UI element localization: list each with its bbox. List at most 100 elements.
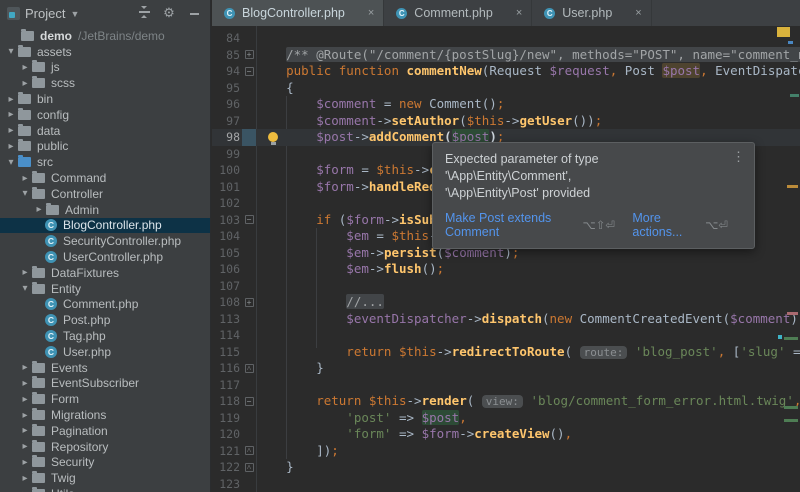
- code-line-97[interactable]: 97$comment->setAuthor($this->getUser());: [212, 113, 800, 130]
- line-number[interactable]: 122: [212, 459, 242, 476]
- tree-item-utils[interactable]: ▸Utils: [0, 486, 210, 492]
- line-number[interactable]: 103: [212, 212, 242, 229]
- chevron-right-icon[interactable]: ▸: [19, 489, 31, 492]
- tree-item-eventsubscriber[interactable]: ▸EventSubscriber: [0, 376, 210, 392]
- line-number[interactable]: 96: [212, 96, 242, 113]
- chevron-down-icon[interactable]: ▾: [19, 188, 31, 199]
- error-stripe-mark-info[interactable]: [788, 41, 793, 44]
- tree-item-comment-php[interactable]: Comment.php: [0, 297, 210, 313]
- code-line-119[interactable]: 119'post' => $post,: [212, 410, 800, 427]
- tree-item-post-php[interactable]: Post.php: [0, 312, 210, 328]
- chevron-right-icon[interactable]: ▸: [5, 109, 17, 120]
- code-line-114[interactable]: 114: [212, 327, 800, 344]
- line-number[interactable]: 84: [212, 30, 242, 47]
- code-line-85[interactable]: 85+/** @Route("/comment/{postSlug}/new",…: [212, 47, 800, 64]
- tree-item-blogcontroller-php[interactable]: BlogController.php: [0, 218, 210, 234]
- tree-item-assets[interactable]: ▾assets: [0, 44, 210, 60]
- fold-marker-icon[interactable]: ˄: [245, 364, 254, 373]
- tree-item-migrations[interactable]: ▸Migrations: [0, 407, 210, 423]
- chevron-right-icon[interactable]: ▸: [19, 362, 31, 373]
- tree-item-repository[interactable]: ▸Repository: [0, 439, 210, 455]
- tree-item-form[interactable]: ▸Form: [0, 391, 210, 407]
- chevron-right-icon[interactable]: ▸: [19, 378, 31, 389]
- tree-item-security[interactable]: ▸Security: [0, 455, 210, 471]
- kebab-menu-icon[interactable]: ⋮: [732, 149, 745, 165]
- chevron-right-icon[interactable]: ▸: [19, 394, 31, 405]
- code-line-113[interactable]: 113$eventDispatcher->dispatch(new Commen…: [212, 311, 800, 328]
- code-line-121[interactable]: 121˄]);: [212, 443, 800, 460]
- tree-item-public[interactable]: ▸public: [0, 139, 210, 155]
- fold-marker-icon[interactable]: +: [245, 50, 254, 59]
- error-stripe-mark-warning[interactable]: [787, 312, 798, 315]
- code-line-115[interactable]: 115return $this->redirectToRoute( route:…: [212, 344, 800, 361]
- chevron-right-icon[interactable]: ▸: [5, 141, 17, 152]
- code-line-94[interactable]: 94−public function commentNew(Request $r…: [212, 63, 800, 80]
- tree-item-twig[interactable]: ▸Twig: [0, 470, 210, 486]
- tree-item-securitycontroller-php[interactable]: SecurityController.php: [0, 233, 210, 249]
- code-line-106[interactable]: 106$em->flush();: [212, 261, 800, 278]
- line-number[interactable]: 105: [212, 245, 242, 262]
- line-number[interactable]: 97: [212, 113, 242, 130]
- line-number[interactable]: 113: [212, 311, 242, 328]
- line-number[interactable]: 120: [212, 426, 242, 443]
- fold-marker-icon[interactable]: ˄: [245, 446, 254, 455]
- chevron-right-icon[interactable]: ▸: [19, 441, 31, 452]
- chevron-right-icon[interactable]: ▸: [33, 204, 45, 215]
- error-stripe-mark-usage[interactable]: [784, 419, 798, 422]
- line-number[interactable]: 95: [212, 80, 242, 97]
- code-line-123[interactable]: 123: [212, 476, 800, 492]
- line-number[interactable]: 121: [212, 443, 242, 460]
- code-line-122[interactable]: 122˄}: [212, 459, 800, 476]
- tree-item-config[interactable]: ▸config: [0, 107, 210, 123]
- error-stripe-mark-info[interactable]: [778, 335, 782, 339]
- chevron-down-icon[interactable]: ▾: [5, 157, 17, 168]
- line-number[interactable]: 85: [212, 47, 242, 64]
- chevron-right-icon[interactable]: ▸: [19, 62, 31, 73]
- line-number[interactable]: 117: [212, 377, 242, 394]
- code-line-84[interactable]: 84: [212, 30, 800, 47]
- code-line-95[interactable]: 95{: [212, 80, 800, 97]
- tree-item-admin[interactable]: ▸Admin: [0, 202, 210, 218]
- close-icon[interactable]: ×: [368, 7, 374, 19]
- code-line-108[interactable]: 108+//...: [212, 294, 800, 311]
- error-stripe-mark-inspections-status[interactable]: [777, 27, 790, 37]
- tab-blogcontroller-php[interactable]: BlogController.php×: [212, 0, 384, 26]
- intention-bulb-icon[interactable]: [268, 132, 278, 142]
- hide-panel-icon[interactable]: [184, 6, 204, 21]
- chevron-right-icon[interactable]: ▸: [19, 78, 31, 89]
- tree-item-bin[interactable]: ▸bin: [0, 91, 210, 107]
- code-line-96[interactable]: 96$comment = new Comment();: [212, 96, 800, 113]
- chevron-right-icon[interactable]: ▸: [19, 267, 31, 278]
- fold-marker-icon[interactable]: −: [245, 397, 254, 406]
- error-stripe-mark-warning[interactable]: [787, 185, 798, 188]
- code-line-117[interactable]: 117: [212, 377, 800, 394]
- line-number[interactable]: 98: [212, 129, 242, 146]
- tab-user-php[interactable]: User.php×: [532, 0, 651, 26]
- tree-item-events[interactable]: ▸Events: [0, 360, 210, 376]
- line-number[interactable]: 99: [212, 146, 242, 163]
- chevron-right-icon[interactable]: ▸: [19, 457, 31, 468]
- fold-marker-icon[interactable]: −: [245, 215, 254, 224]
- chevron-down-icon[interactable]: ▼: [70, 9, 79, 19]
- close-icon[interactable]: ×: [635, 7, 641, 19]
- fold-marker-icon[interactable]: +: [245, 298, 254, 307]
- chevron-right-icon[interactable]: ▸: [19, 425, 31, 436]
- fold-marker-icon[interactable]: −: [245, 67, 254, 76]
- tab-comment-php[interactable]: Comment.php×: [384, 0, 532, 26]
- gear-icon[interactable]: ⚙: [159, 5, 179, 21]
- code-editor[interactable]: 8485+/** @Route("/comment/{postSlug}/new…: [212, 26, 800, 492]
- fold-marker-icon[interactable]: ˄: [245, 463, 254, 472]
- code-line-107[interactable]: 107: [212, 278, 800, 295]
- tree-item-controller[interactable]: ▾Controller: [0, 186, 210, 202]
- chevron-right-icon[interactable]: ▸: [19, 473, 31, 484]
- line-number[interactable]: 100: [212, 162, 242, 179]
- chevron-down-icon[interactable]: ▾: [19, 283, 31, 294]
- close-icon[interactable]: ×: [516, 7, 522, 19]
- line-number[interactable]: 101: [212, 179, 242, 196]
- tree-item-pagination[interactable]: ▸Pagination: [0, 423, 210, 439]
- code-line-120[interactable]: 120'form' => $form->createView(),: [212, 426, 800, 443]
- error-stripe-mark-usage[interactable]: [784, 406, 798, 409]
- line-number[interactable]: 123: [212, 476, 242, 492]
- line-number[interactable]: 114: [212, 327, 242, 344]
- tree-item-datafixtures[interactable]: ▸DataFixtures: [0, 265, 210, 281]
